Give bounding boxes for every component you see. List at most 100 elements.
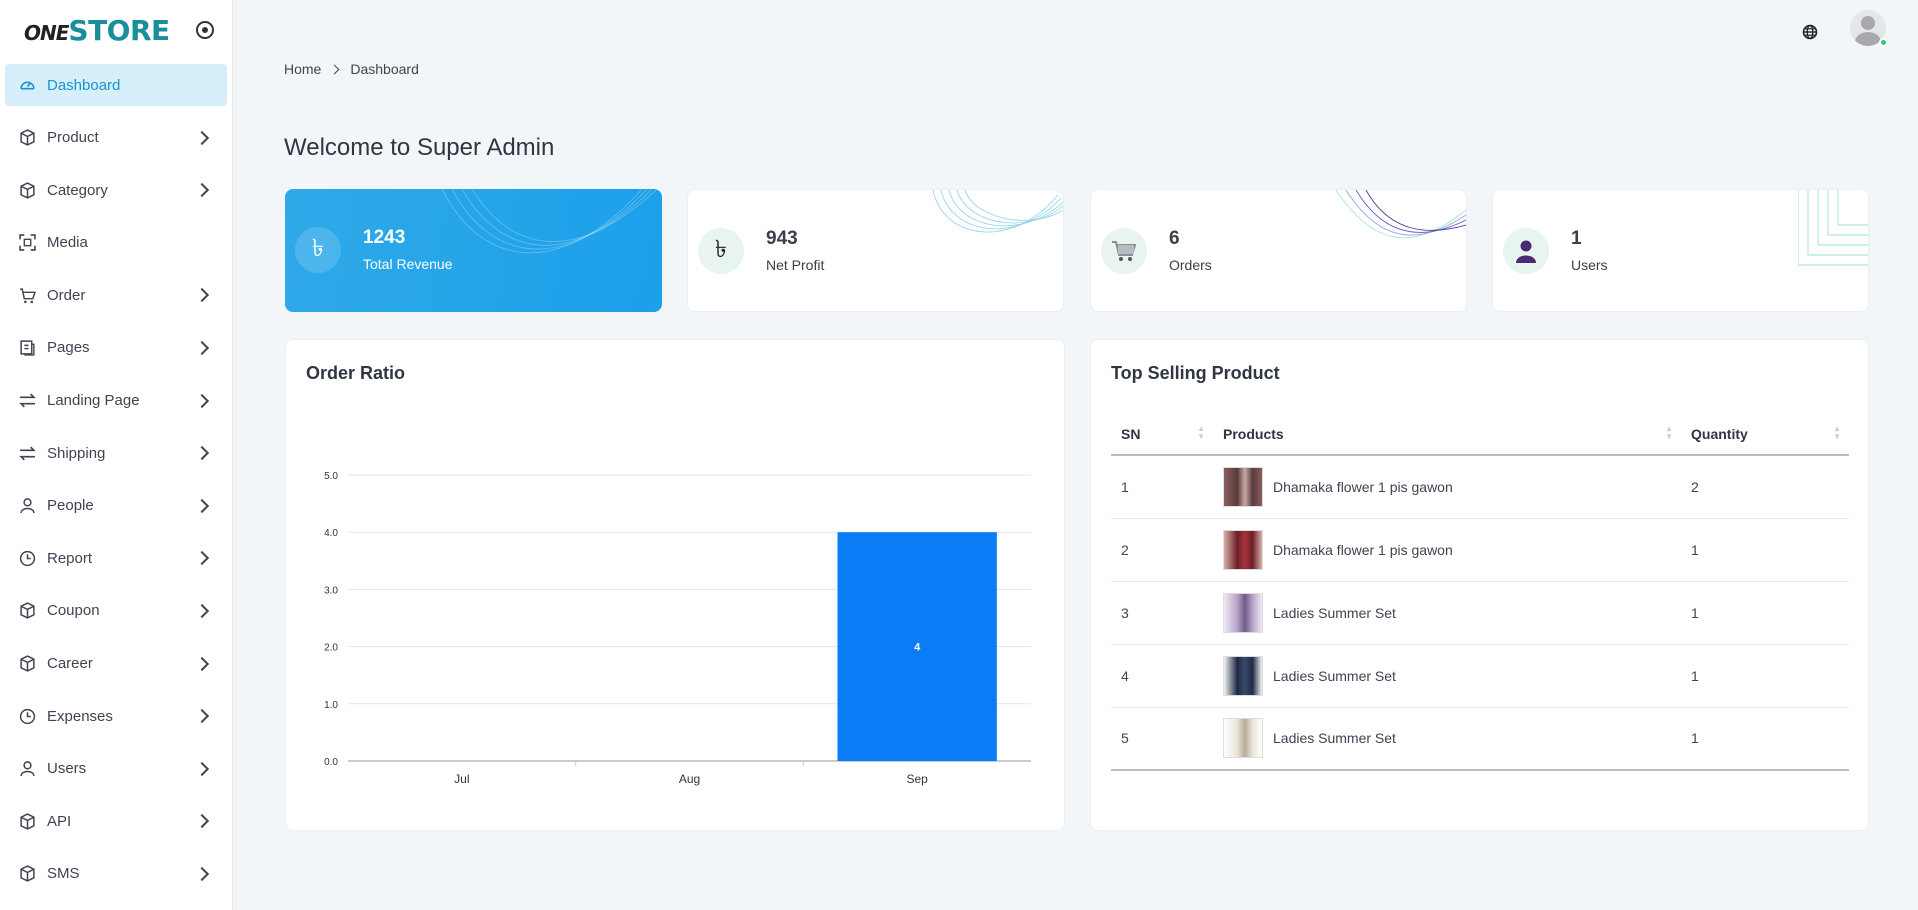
- sidebar-item-shipping[interactable]: Shipping: [5, 432, 227, 474]
- scan-icon: [19, 234, 47, 252]
- frame-decoration: [1798, 190, 1868, 266]
- chevron-right-icon: [194, 709, 210, 724]
- column-label: Products: [1223, 425, 1284, 442]
- sidebar-item-coupon[interactable]: Coupon: [5, 590, 227, 632]
- breadcrumb-home[interactable]: Home: [284, 61, 321, 77]
- table-row[interactable]: 5 Ladies Summer Set 1: [1111, 707, 1849, 771]
- y-tick-label: 1.0: [324, 700, 338, 711]
- product-thumbnail: [1223, 466, 1263, 507]
- product-cell: Dhamaka flower 1 pis gawon: [1223, 466, 1681, 507]
- clock-icon: [19, 708, 47, 725]
- chevron-right-icon: [194, 446, 210, 461]
- arc-decoration: [933, 190, 1063, 233]
- sidebar-item-people[interactable]: People: [5, 485, 227, 527]
- stat-card-orders: 6 Orders: [1090, 189, 1467, 312]
- product-cell: Dhamaka flower 1 pis gawon: [1223, 529, 1681, 570]
- sidebar-item-career[interactable]: Career: [5, 643, 227, 685]
- sn-value: 2: [1121, 541, 1129, 558]
- store-logo[interactable]: ONE STORE: [24, 14, 170, 47]
- stat-card-users: 1 Users: [1492, 189, 1869, 312]
- x-tick-label: Jul: [454, 772, 469, 786]
- box-icon: [19, 181, 47, 199]
- sort-icon: ▲ ▼: [1197, 424, 1205, 441]
- column-header-products[interactable]: Products ▲ ▼: [1213, 413, 1681, 456]
- breadcrumb-current: Dashboard: [350, 61, 419, 77]
- stat-label: Orders: [1169, 257, 1212, 273]
- online-status-dot: [1879, 38, 1888, 47]
- sidebar-item-expenses[interactable]: Expenses: [5, 695, 227, 737]
- sidebar-toggle-icon[interactable]: [196, 21, 214, 39]
- y-tick-label: 3.0: [324, 585, 338, 596]
- cell-sn: 5: [1111, 707, 1213, 771]
- chevron-right-icon: [194, 866, 210, 881]
- stat-value: 1: [1571, 228, 1582, 249]
- chevron-right-icon: [194, 130, 210, 145]
- y-tick-label: 2.0: [324, 643, 338, 654]
- chevron-right-icon: [194, 183, 210, 198]
- sort-icon: ▲ ▼: [1833, 424, 1841, 441]
- sidebar: ONE STORE Dashboard Product Category Media O…: [0, 0, 233, 910]
- sidebar-item-api[interactable]: API: [5, 800, 227, 842]
- quantity-value: 1: [1691, 541, 1699, 558]
- stat-card-revenue: ৳ 1243 Total Revenue: [285, 189, 662, 312]
- cell-quantity: 1: [1681, 707, 1849, 771]
- column-header-sn[interactable]: SN ▲ ▼: [1111, 413, 1213, 456]
- topbar: [233, 0, 1918, 60]
- globe-icon[interactable]: [1802, 24, 1818, 40]
- sidebar-item-pages[interactable]: Pages: [5, 327, 227, 369]
- box-icon: [19, 602, 47, 620]
- sidebar-item-users[interactable]: Users: [5, 748, 227, 790]
- table-row[interactable]: 1 Dhamaka flower 1 pis gawon 2: [1111, 455, 1849, 519]
- table-row[interactable]: 3 Ladies Summer Set 1: [1111, 581, 1849, 645]
- sidebar-item-product[interactable]: Product: [5, 117, 227, 159]
- pages-icon: [19, 339, 47, 357]
- cart-icon: [19, 287, 47, 304]
- sn-value: 4: [1121, 667, 1129, 684]
- swap-icon: [19, 392, 47, 409]
- cell-quantity: 1: [1681, 518, 1849, 582]
- sidebar-item-label: Dashboard: [47, 76, 121, 94]
- sidebar-item-label: API: [47, 812, 72, 830]
- sidebar-item-report[interactable]: Report: [5, 537, 227, 579]
- product-name: Dhamaka flower 1 pis gawon: [1273, 541, 1453, 558]
- sidebar-item-dashboard[interactable]: Dashboard: [5, 64, 227, 106]
- chevron-right-icon: [194, 814, 210, 829]
- y-tick-label: 0.0: [324, 757, 338, 768]
- product-name: Ladies Summer Set: [1273, 667, 1396, 684]
- stat-label: Total Revenue: [363, 256, 453, 272]
- product-cell: Ladies Summer Set: [1223, 592, 1681, 633]
- column-header-quantity[interactable]: Quantity ▲ ▼: [1681, 413, 1849, 456]
- sidebar-item-category[interactable]: Category: [5, 169, 227, 211]
- product-cell: Ladies Summer Set: [1223, 718, 1681, 759]
- table-row[interactable]: 4 Ladies Summer Set 1: [1111, 644, 1849, 708]
- stat-value: 1243: [363, 227, 406, 248]
- bar-data-label: 4: [914, 642, 921, 654]
- sidebar-item-landing-page[interactable]: Landing Page: [5, 380, 227, 422]
- quantity-value: 1: [1691, 604, 1699, 621]
- stat-value: 943: [766, 228, 798, 249]
- sidebar-item-label: Landing Page: [47, 392, 140, 410]
- chevron-right-icon: [329, 64, 340, 74]
- chevron-right-icon: [194, 761, 210, 776]
- clock-icon: [19, 550, 47, 567]
- gauge-icon: [19, 77, 47, 94]
- cell-quantity: 2: [1681, 455, 1849, 519]
- chevron-right-icon: [194, 656, 210, 671]
- x-tick-label: Sep: [906, 772, 928, 786]
- table-row[interactable]: 2 Dhamaka flower 1 pis gawon 1: [1111, 518, 1849, 582]
- sidebar-item-label: Order: [47, 286, 86, 304]
- cell-sn: 1: [1111, 455, 1213, 519]
- sidebar-item-sms[interactable]: SMS: [5, 853, 227, 895]
- order-ratio-panel: Order Ratio 0.0 1.0 2.0 3.0 4.0 5.0 Jul Aug 4 Sep: [285, 339, 1065, 831]
- sidebar-item-order[interactable]: Order: [5, 274, 227, 316]
- sidebar-item-label: Category: [47, 181, 108, 199]
- order-ratio-chart: 0.0 1.0 2.0 3.0 4.0 5.0 Jul Aug 4 Sep: [324, 471, 1031, 786]
- chevron-right-icon: [194, 393, 210, 408]
- avatar-head: [1861, 16, 1875, 30]
- wave-decoration: [1336, 190, 1466, 239]
- sidebar-item-media[interactable]: Media: [5, 222, 227, 264]
- panel-title: Top Selling Product: [1111, 363, 1280, 383]
- logo-store: STORE: [68, 13, 170, 47]
- cell-quantity: 1: [1681, 644, 1849, 708]
- stat-label: Users: [1571, 257, 1608, 273]
